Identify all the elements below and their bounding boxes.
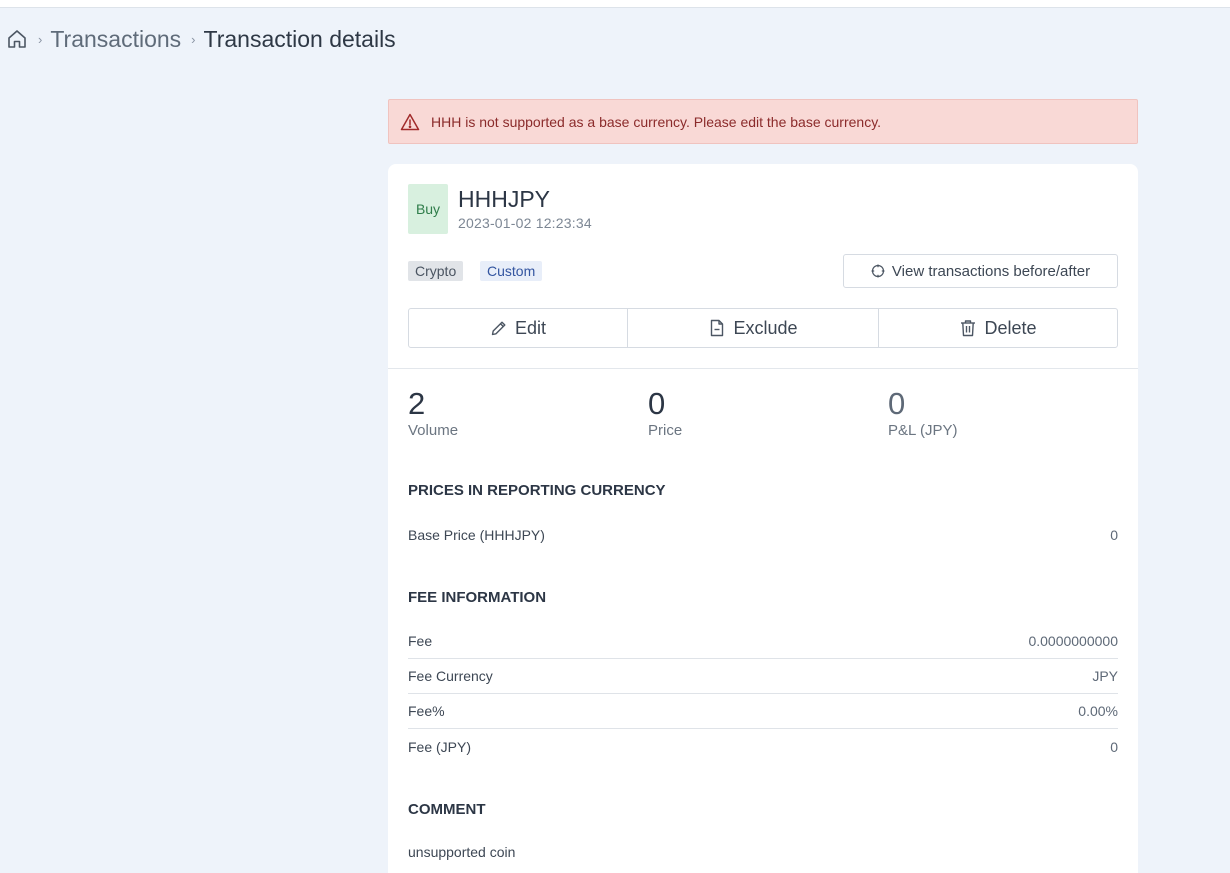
breadcrumb-transactions[interactable]: Transactions [50,26,181,53]
stat-volume-label: Volume [408,422,459,439]
edit-button[interactable]: Edit [409,309,627,347]
stat-volume: 2 Volume [408,386,458,439]
edit-label: Edit [514,317,547,338]
tag-crypto: Crypto [408,261,464,281]
view-transactions-label: View transactions before/after [891,262,1091,280]
pencil-icon [490,319,508,337]
fee-currency-row: Fee Currency JPY [408,659,1118,694]
breadcrumb-separator: › [191,31,196,47]
stat-price: 0 Price [648,386,682,439]
exclude-button[interactable]: Exclude [627,309,878,347]
exclude-label: Exclude [733,317,798,338]
stat-pnl: 0 P&L (JPY) [888,386,957,439]
delete-button[interactable]: Delete [878,309,1117,347]
comment-text: unsupported coin [408,844,516,860]
base-price-label: Base Price (HHHJPY) [408,526,545,543]
breadcrumb-separator: › [38,31,43,47]
fee-jpy-label: Fee (JPY) [408,738,472,755]
stat-price-label: Price [648,422,683,439]
stat-pnl-value: 0 [888,386,906,421]
top-bar [0,0,1230,7]
alert-message: HHH is not supported as a base currency.… [431,113,882,130]
fee-currency-label: Fee Currency [408,668,493,684]
side-badge: Buy [408,184,448,234]
fee-percent-row: Fee% 0.00% [408,694,1118,729]
card-divider [388,368,1138,369]
breadcrumb-transaction-details: Transaction details [203,25,396,52]
stat-price-value: 0 [648,386,666,421]
transaction-pair: HHHJPY [458,186,551,212]
fee-currency-value: JPY [1092,668,1118,684]
breadcrumb: › Transactions › Transaction details [6,24,396,54]
document-minus-icon [708,319,726,337]
view-transactions-button[interactable]: View transactions before/after [843,254,1118,288]
base-currency-alert: HHH is not supported as a base currency.… [388,99,1138,144]
base-price-value: 0 [1110,526,1118,543]
fee-label: Fee [408,633,433,649]
fee-jpy-value: 0 [1110,738,1118,755]
tag-custom: Custom [480,261,543,281]
transaction-datetime: 2023-01-02 12:23:34 [458,215,592,231]
fee-section-title: FEE INFORMATION [408,589,547,606]
comment-section-title: COMMENT [408,801,486,818]
fee-row: Fee 0.0000000000 [408,624,1118,659]
fee-value: 0.0000000000 [1028,633,1118,649]
stat-volume-value: 2 [408,386,426,421]
fee-percent-label: Fee% [408,703,445,719]
top-divider [0,7,1230,8]
fee-jpy-row: Fee (JPY) 0 [408,729,1118,764]
stat-pnl-label: P&L (JPY) [888,422,958,439]
trash-icon [959,319,977,337]
crosshair-icon [871,264,885,278]
action-bar: Edit Exclude Delete [408,308,1118,348]
delete-label: Delete [984,317,1037,338]
fee-percent-value: 0.00% [1078,703,1118,719]
transaction-card: Buy HHHJPY 2023-01-02 12:23:34 Crypto Cu… [388,164,1138,873]
warning-triangle-icon [400,112,420,132]
home-icon[interactable] [6,28,28,50]
base-price-row: Base Price (HHHJPY) 0 [408,517,1118,552]
prices-section-title: PRICES IN REPORTING CURRENCY [408,482,666,499]
